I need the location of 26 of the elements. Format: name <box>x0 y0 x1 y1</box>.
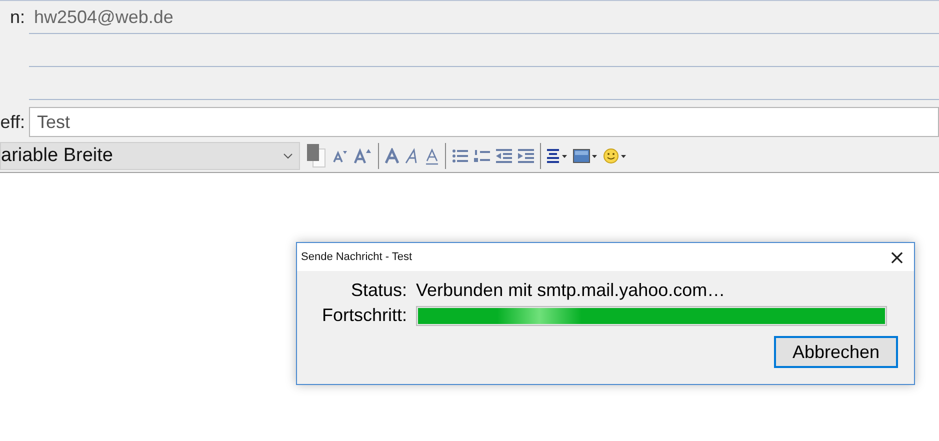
status-text: Verbunden mit smtp.mail.yahoo.com… <box>416 280 726 301</box>
progress-label: Fortschritt: <box>320 305 407 326</box>
bold-icon[interactable] <box>385 148 399 164</box>
recipient-field[interactable]: hw2504@web.de <box>29 1 939 34</box>
font-smaller-icon[interactable] <box>332 148 348 164</box>
cancel-button[interactable]: Abbrechen <box>774 336 898 368</box>
smiley-icon[interactable] <box>603 148 627 164</box>
numbered-list-icon[interactable] <box>474 149 490 163</box>
message-body[interactable]: Sende Nachricht - Test × Status: Verbunden mit smtp.mail.yahoo.com… Fortschritt: Abbrechen <box>0 173 939 440</box>
image-icon[interactable] <box>573 149 597 163</box>
indent-icon[interactable] <box>518 149 534 163</box>
close-button[interactable]: × <box>880 244 914 270</box>
color-icon[interactable] <box>306 143 326 169</box>
outdent-icon[interactable] <box>496 149 512 163</box>
dialog-title: Sende Nachricht - Test <box>301 251 412 263</box>
recipient-label: n: <box>10 7 25 28</box>
italic-icon[interactable] <box>405 148 419 164</box>
status-label: Status: <box>350 280 407 301</box>
align-icon[interactable] <box>547 149 567 163</box>
font-select[interactable]: ariable Breite <box>0 142 300 170</box>
font-larger-icon[interactable] <box>354 147 372 165</box>
bullet-list-icon[interactable] <box>452 149 468 163</box>
subject-label: eff: <box>0 112 25 132</box>
subject-field[interactable]: Test <box>29 107 939 137</box>
underline-icon[interactable] <box>425 148 439 164</box>
dropdown-icon[interactable] <box>283 153 293 159</box>
